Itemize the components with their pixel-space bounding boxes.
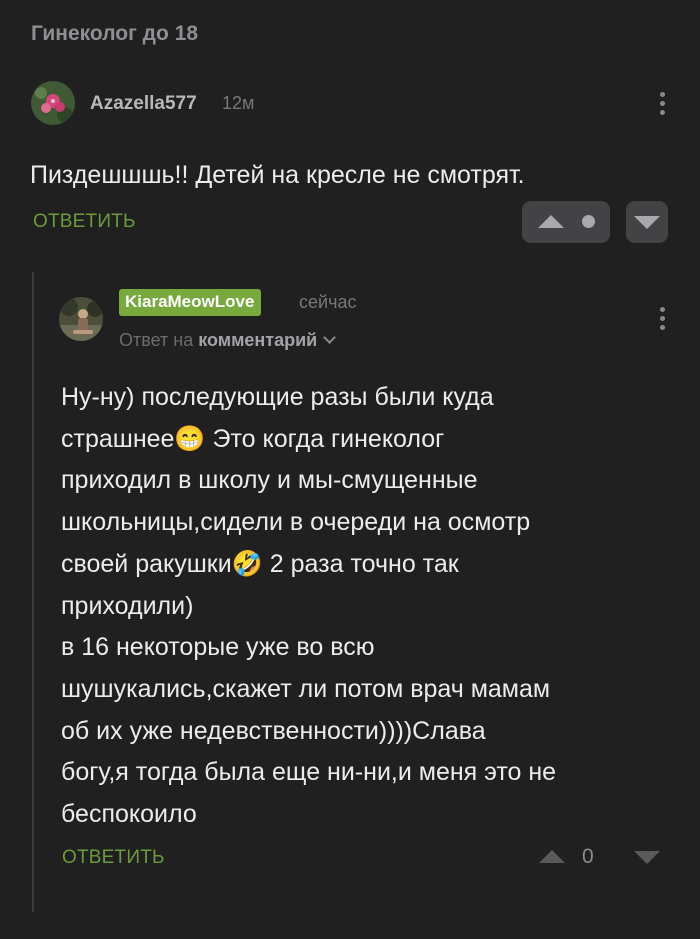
more-options-icon[interactable] (657, 92, 667, 119)
chevron-down-icon (323, 331, 337, 344)
comment-line: в 16 некоторые уже во всю (61, 633, 375, 662)
comment-line: Ну-ну) последующие разы были куда (61, 383, 494, 411)
person-avatar-image (59, 297, 103, 341)
flower-avatar-image (31, 81, 75, 125)
comment-line: шушукались,скажет ли потом врач мамам (61, 674, 551, 703)
comment-line: страшнее😁 Это когда гинеколог (61, 424, 445, 453)
reply-button[interactable]: ОТВЕТИТЬ (62, 847, 165, 869)
arrow-down-icon (634, 216, 660, 229)
comment-line: об их уже недевственности))))Слава (61, 716, 486, 745)
comment-line: приходил в школу и мы-смущенные (61, 466, 478, 495)
comment-body: Ну-ну) последующие разы были куда страшн… (61, 377, 556, 836)
rating-hidden-dot-icon (582, 215, 595, 228)
comment-line: приходили) (61, 591, 194, 620)
comment-timestamp: 12м (222, 93, 255, 113)
more-options-icon[interactable] (657, 307, 667, 334)
comment-line: беспокоило (61, 800, 197, 829)
arrow-up-icon (538, 215, 564, 228)
reply-to-target: комментарий (198, 330, 318, 350)
upvote-button[interactable] (522, 201, 610, 243)
author-badge[interactable]: KiaraMeowLove (119, 289, 262, 316)
reply-button[interactable]: ОТВЕТИТЬ (33, 211, 136, 233)
comment-line: богу,я тогда была еще ни-ни,и меня это н… (61, 758, 557, 787)
thread-line (32, 272, 34, 912)
downvote-arrow-icon[interactable] (634, 851, 660, 864)
reply-to-link[interactable]: Ответ на комментарий (119, 330, 337, 351)
comment-line: школьницы,сидели в очереди на осмотр (61, 508, 531, 537)
reply-to-prefix: Ответ на (119, 330, 194, 350)
comment-line: своей ракушки🤣 2 раза точно так (61, 549, 459, 578)
comment-author-name[interactable]: Azazella577 (90, 93, 197, 115)
post-title[interactable]: Гинеколог до 18 (31, 22, 198, 46)
upvote-arrow-icon[interactable] (539, 850, 565, 863)
downvote-button[interactable] (626, 201, 668, 243)
rating-score: 0 (582, 845, 594, 868)
comment-timestamp: сейчас (299, 292, 357, 312)
comment-body: Пиздешшшь!! Детей на кресле не смотрят. (30, 161, 525, 189)
avatar-azazella[interactable] (31, 81, 75, 125)
avatar-kiara[interactable] (59, 297, 103, 341)
